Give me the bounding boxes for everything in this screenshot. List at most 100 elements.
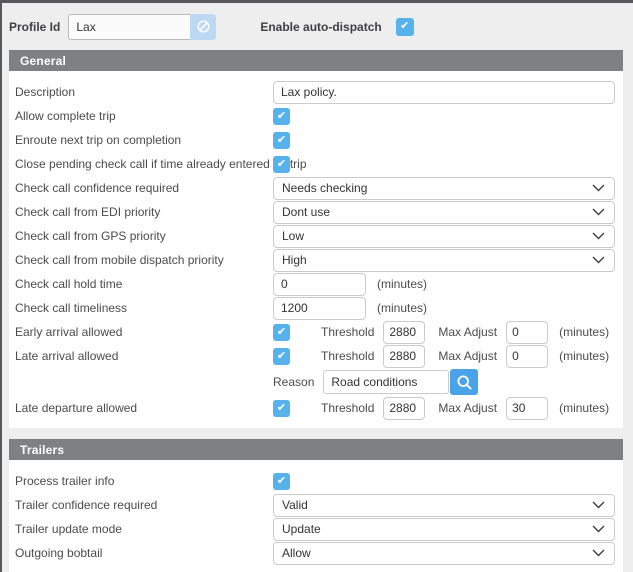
chevron-down-icon	[592, 184, 605, 192]
gps-priority-select[interactable]: Low	[273, 225, 615, 248]
reason-label: Reason	[273, 375, 314, 389]
late-arrival-reason-row: Reason	[15, 368, 615, 396]
process-trailer-label: Process trailer info	[15, 474, 273, 488]
late-departure-label: Late departure allowed	[15, 401, 273, 415]
description-input[interactable]	[273, 81, 615, 104]
close-pending-row: Close pending check call if time already…	[15, 152, 615, 176]
allow-complete-trip-row: Allow complete trip ✔	[15, 104, 615, 128]
late-threshold-label: Threshold	[321, 349, 374, 363]
confidence-required-label: Check call confidence required	[15, 181, 273, 195]
hold-time-row: Check call hold time (minutes)	[15, 272, 615, 296]
check-icon: ✔	[277, 351, 286, 362]
timeliness-unit: (minutes)	[377, 301, 427, 315]
trailer-confidence-label: Trailer confidence required	[15, 498, 273, 512]
edi-priority-label: Check call from EDI priority	[15, 205, 273, 219]
reason-input[interactable]	[323, 370, 449, 394]
check-icon: ✔	[277, 159, 286, 170]
enroute-next-trip-checkbox[interactable]: ✔	[273, 132, 290, 149]
late-arrival-checkbox[interactable]: ✔	[273, 348, 290, 365]
hold-time-unit: (minutes)	[377, 277, 427, 291]
early-arrival-row: Early arrival allowed ✔ Threshold Max Ad…	[15, 320, 615, 344]
late-arrival-label: Late arrival allowed	[15, 349, 273, 363]
gps-priority-label: Check call from GPS priority	[15, 229, 273, 243]
general-section-body: Description Allow complete trip ✔ Enrout…	[9, 71, 623, 428]
trailers-section-body: Process trailer info ✔ Trailer confidenc…	[9, 460, 623, 572]
early-max-adjust-label: Max Adjust	[438, 325, 497, 339]
edi-priority-select[interactable]: Dont use	[273, 201, 615, 224]
profile-lookup-button[interactable]	[190, 14, 216, 40]
description-label: Description	[15, 85, 273, 99]
process-trailer-checkbox[interactable]: ✔	[273, 473, 290, 490]
selected-value: Needs checking	[282, 181, 367, 195]
mobile-priority-label: Check call from mobile dispatch priority	[15, 253, 273, 267]
enroute-next-trip-label: Enroute next trip on completion	[15, 133, 273, 147]
early-max-adjust-input[interactable]	[506, 321, 548, 344]
late-arrival-unit: (minutes)	[559, 349, 609, 363]
timeliness-input[interactable]	[273, 297, 366, 320]
gps-priority-row: Check call from GPS priority Low	[15, 224, 615, 248]
close-pending-checkbox[interactable]: ✔	[273, 156, 290, 173]
profile-id-input[interactable]	[68, 14, 190, 40]
selected-value: Allow	[282, 546, 311, 560]
trailer-confidence-row: Trailer confidence required Valid	[15, 493, 615, 517]
early-threshold-input[interactable]	[383, 321, 425, 344]
chevron-down-icon	[592, 549, 605, 557]
allow-complete-trip-checkbox[interactable]: ✔	[273, 108, 290, 125]
late-departure-checkbox[interactable]: ✔	[273, 400, 290, 417]
chevron-down-icon	[592, 208, 605, 216]
enroute-next-trip-row: Enroute next trip on completion ✔	[15, 128, 615, 152]
check-icon: ✔	[277, 403, 286, 414]
search-icon	[456, 374, 473, 391]
departure-threshold-input[interactable]	[383, 397, 425, 420]
mobile-priority-row: Check call from mobile dispatch priority…	[15, 248, 615, 272]
selected-value: Dont use	[282, 205, 330, 219]
outgoing-bobtail-select[interactable]: Allow	[273, 542, 615, 565]
enable-auto-dispatch-label: Enable auto-dispatch	[260, 20, 381, 34]
outgoing-bobtail-row: Outgoing bobtail Allow	[15, 541, 615, 565]
edi-priority-row: Check call from EDI priority Dont use	[15, 200, 615, 224]
hold-time-input[interactable]	[273, 273, 366, 296]
mobile-priority-select[interactable]: High	[273, 249, 615, 272]
check-icon: ✔	[277, 327, 286, 338]
chevron-down-icon	[592, 232, 605, 240]
late-departure-row: Late departure allowed ✔ Threshold Max A…	[15, 396, 615, 420]
outgoing-bobtail-label: Outgoing bobtail	[15, 546, 273, 560]
trailer-confidence-select[interactable]: Valid	[273, 494, 615, 517]
late-departure-unit: (minutes)	[559, 401, 609, 415]
early-arrival-checkbox[interactable]: ✔	[273, 324, 290, 341]
departure-max-adjust-label: Max Adjust	[438, 401, 497, 415]
early-arrival-label: Early arrival allowed	[15, 325, 273, 339]
confidence-required-row: Check call confidence required Needs che…	[15, 176, 615, 200]
confidence-required-select[interactable]: Needs checking	[273, 177, 615, 200]
section-gap	[2, 428, 633, 439]
check-icon: ✔	[277, 476, 286, 487]
profile-toolbar: Profile Id Enable auto-dispatch ✔	[2, 3, 633, 50]
trailers-section: Trailers Process trailer info ✔ Trailer …	[9, 439, 623, 572]
check-icon: ✔	[277, 111, 286, 122]
ban-circle-icon	[196, 19, 211, 34]
trailer-update-mode-select[interactable]: Update	[273, 518, 615, 541]
trailer-update-mode-row: Trailer update mode Update	[15, 517, 615, 541]
timeliness-label: Check call timeliness	[15, 301, 273, 315]
selected-value: High	[282, 253, 307, 267]
hold-time-label: Check call hold time	[15, 277, 273, 291]
chevron-down-icon	[592, 525, 605, 533]
allow-complete-trip-label: Allow complete trip	[15, 109, 273, 123]
timeliness-row: Check call timeliness (minutes)	[15, 296, 615, 320]
early-arrival-unit: (minutes)	[559, 325, 609, 339]
check-icon: ✔	[400, 21, 409, 32]
enable-auto-dispatch-checkbox[interactable]: ✔	[396, 18, 414, 36]
late-max-adjust-label: Max Adjust	[438, 349, 497, 363]
profile-id-label: Profile Id	[9, 20, 60, 34]
close-pending-label: Close pending check call if time already…	[15, 157, 273, 171]
early-threshold-label: Threshold	[321, 325, 374, 339]
selected-value: Valid	[282, 498, 308, 512]
reason-search-button[interactable]	[450, 369, 478, 395]
chevron-down-icon	[592, 501, 605, 509]
general-section-header: General	[9, 50, 623, 71]
departure-max-adjust-input[interactable]	[506, 397, 548, 420]
departure-threshold-label: Threshold	[321, 401, 374, 415]
chevron-down-icon	[592, 256, 605, 264]
late-max-adjust-input[interactable]	[506, 345, 548, 368]
late-threshold-input[interactable]	[383, 345, 425, 368]
